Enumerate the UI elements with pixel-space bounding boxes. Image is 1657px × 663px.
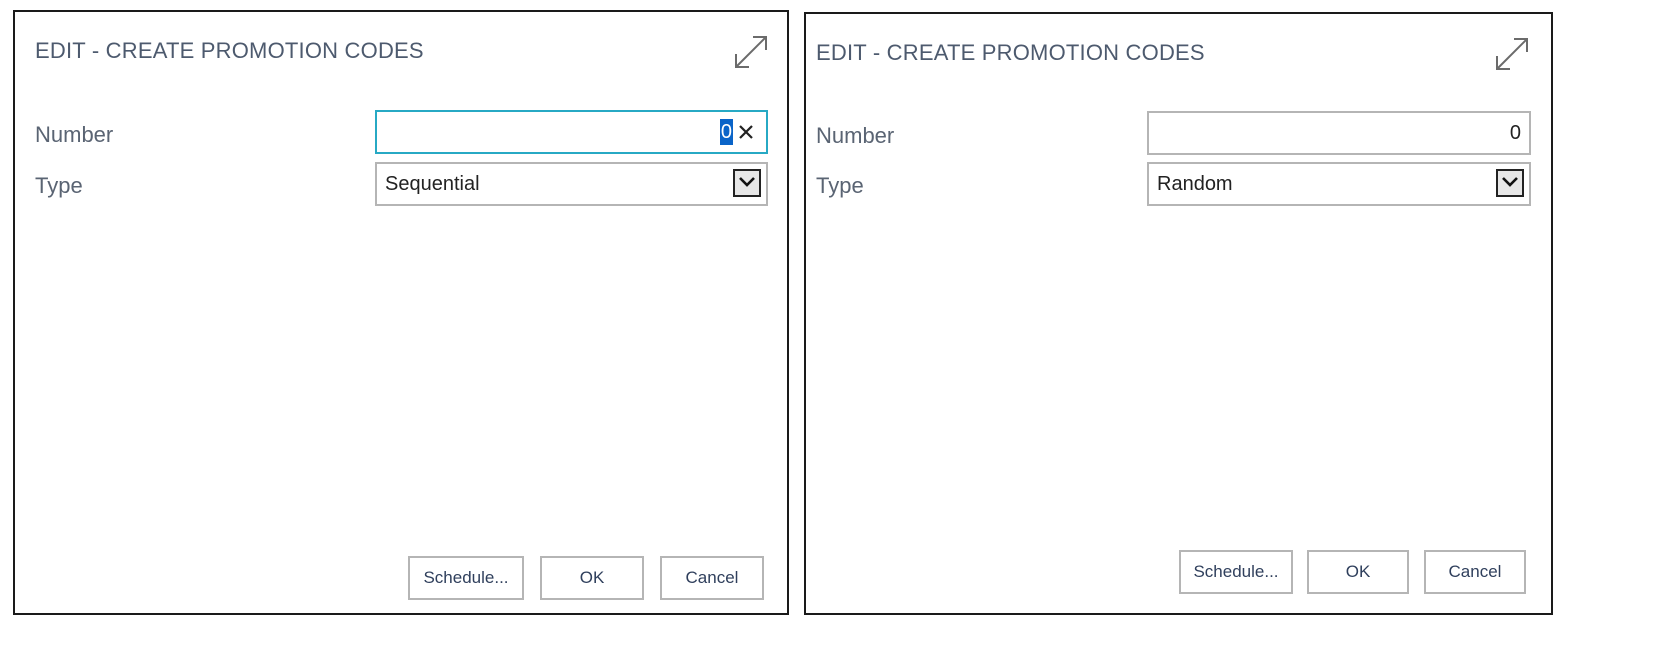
type-select[interactable]: Sequential xyxy=(375,162,768,206)
number-label: Number xyxy=(816,123,895,148)
schedule-button[interactable]: Schedule... xyxy=(408,556,524,600)
number-label: Number xyxy=(35,122,114,147)
expand-icon[interactable] xyxy=(1492,34,1532,74)
type-dropdown-button[interactable] xyxy=(733,169,761,197)
dialog-left: EDIT - CREATE PROMOTION CODES Number 0 T… xyxy=(13,10,789,615)
number-value: 0 xyxy=(719,119,733,145)
type-value: Sequential xyxy=(385,173,480,195)
number-input[interactable]: 0 xyxy=(375,110,768,154)
dialog-right: EDIT - CREATE PROMOTION CODES Number 0 T… xyxy=(804,12,1553,615)
dialog-title: EDIT - CREATE PROMOTION CODES xyxy=(816,40,1205,65)
schedule-button[interactable]: Schedule... xyxy=(1179,550,1293,594)
ok-button[interactable]: OK xyxy=(1307,550,1409,594)
number-input[interactable]: 0 xyxy=(1147,111,1531,155)
type-select[interactable]: Random xyxy=(1147,162,1531,206)
expand-icon[interactable] xyxy=(731,32,771,72)
type-value: Random xyxy=(1157,173,1233,195)
chevron-down-icon xyxy=(739,177,755,187)
dialog-title: EDIT - CREATE PROMOTION CODES xyxy=(35,38,424,63)
type-dropdown-button[interactable] xyxy=(1496,169,1524,197)
cancel-button[interactable]: Cancel xyxy=(660,556,764,600)
chevron-down-icon xyxy=(1502,177,1518,187)
number-value: 0 xyxy=(1509,122,1521,144)
close-icon[interactable] xyxy=(737,123,755,141)
ok-button[interactable]: OK xyxy=(540,556,644,600)
type-label: Type xyxy=(35,173,83,198)
type-label: Type xyxy=(816,173,864,198)
cancel-button[interactable]: Cancel xyxy=(1424,550,1526,594)
